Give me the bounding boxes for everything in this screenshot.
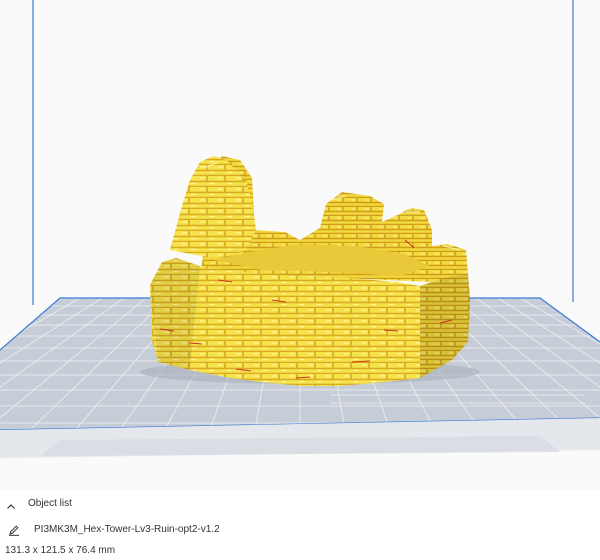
pencil-icon[interactable]	[8, 523, 20, 536]
object-list-item[interactable]: PI3MK3M_Hex-Tower-Lv3-Ruin-opt2-v1.2	[8, 523, 220, 536]
object-list-label: Object list	[28, 498, 72, 509]
object-dimensions: 131.3 x 121.5 x 76.4 mm	[5, 545, 116, 556]
3d-viewport[interactable]	[0, 0, 600, 490]
object-list-panel: Object list PI3MK3M_Hex-Tower-Lv3-Ruin-o…	[0, 490, 600, 560]
object-file-name: PI3MK3M_Hex-Tower-Lv3-Ruin-opt2-v1.2	[34, 523, 220, 535]
chevron-up-icon	[6, 499, 16, 509]
object-list-toggle[interactable]: Object list	[6, 498, 72, 509]
